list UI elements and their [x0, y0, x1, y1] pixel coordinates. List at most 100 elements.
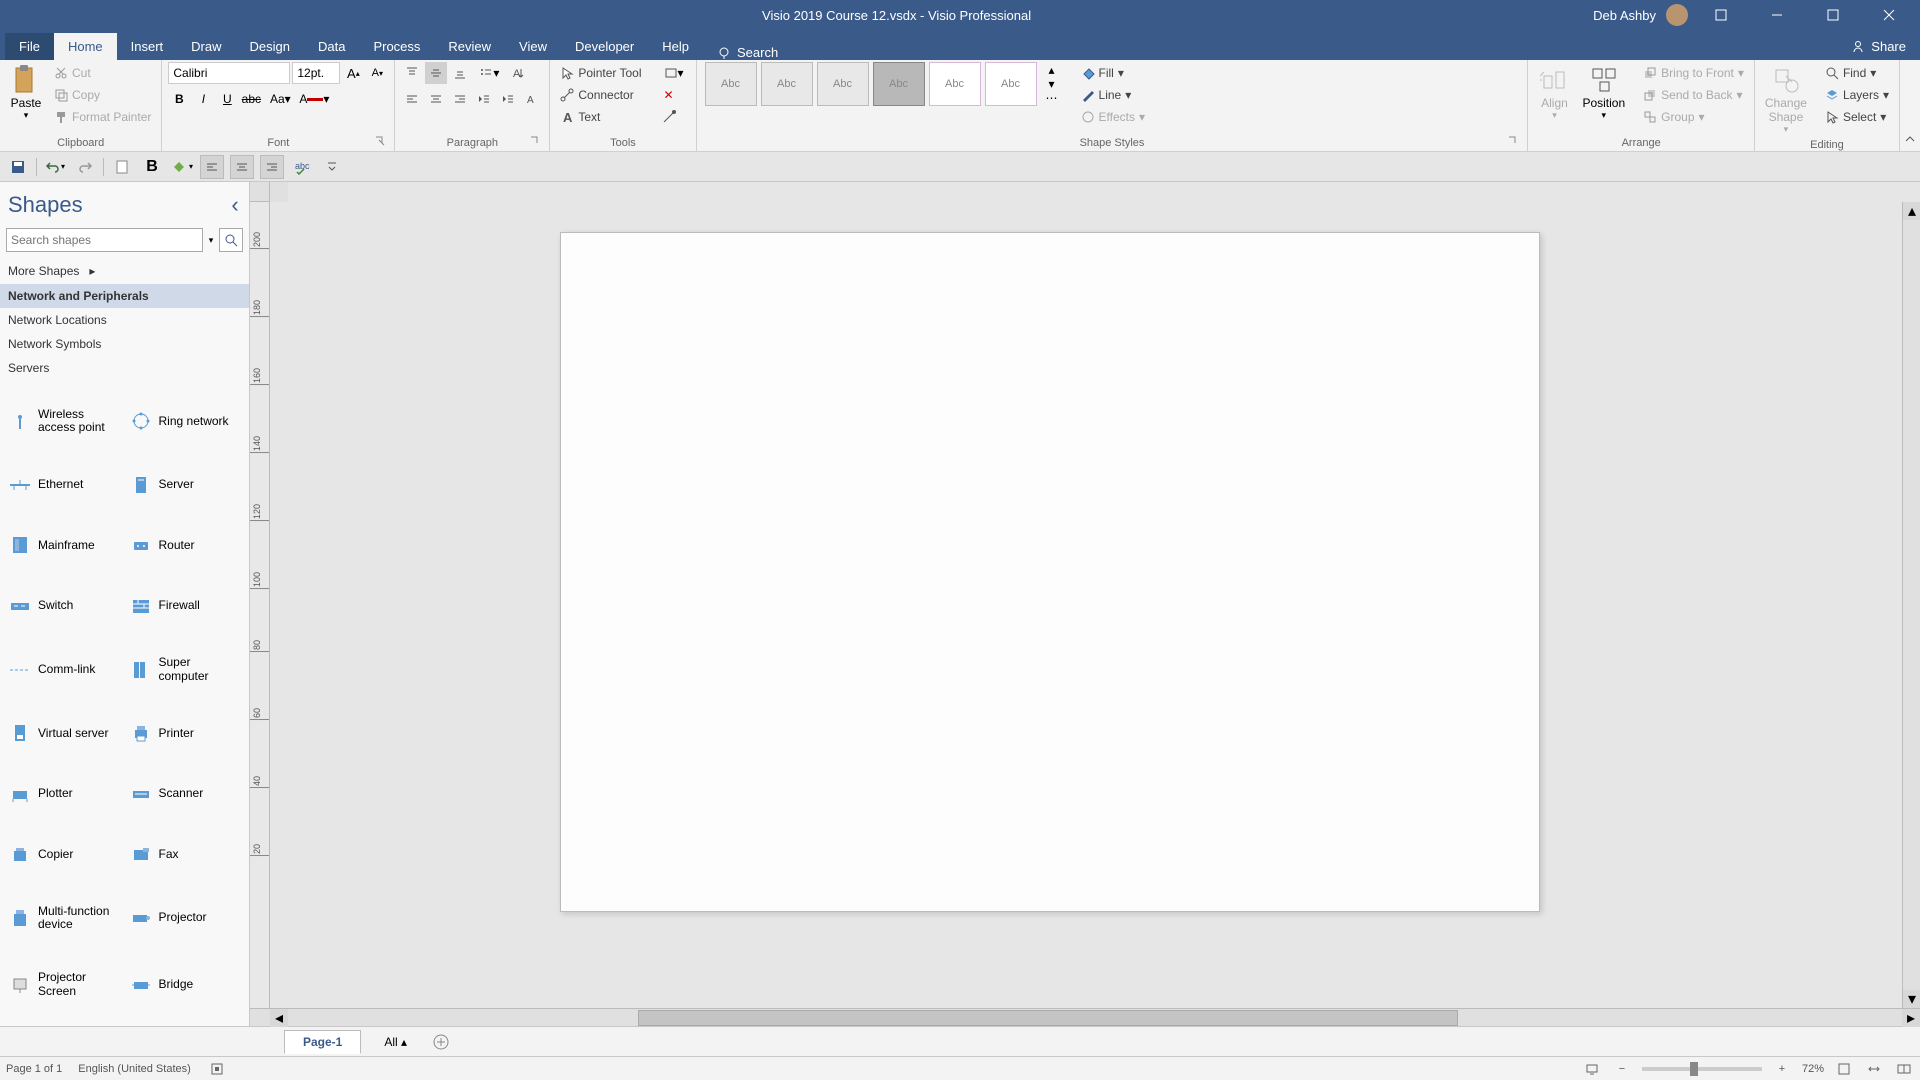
line-button[interactable]: Line ▾: [1077, 84, 1150, 106]
change-shape-button[interactable]: Change Shape▾: [1761, 62, 1811, 137]
zoom-in-button[interactable]: +: [1772, 1059, 1792, 1079]
stencil-network-locations[interactable]: Network Locations: [0, 308, 249, 332]
scroll-up-button[interactable]: ▴: [1903, 202, 1920, 220]
vertical-scrollbar[interactable]: ▴ ▾: [1902, 202, 1920, 1008]
font-color-button[interactable]: A▾: [298, 88, 330, 110]
scroll-right-button[interactable]: ▸: [1902, 1009, 1920, 1027]
tab-process[interactable]: Process: [359, 33, 434, 60]
zoom-level[interactable]: 72%: [1802, 1063, 1824, 1075]
fit-page-button[interactable]: [1834, 1059, 1854, 1079]
decrease-indent-button[interactable]: [473, 88, 495, 110]
style-gallery-up[interactable]: ▴: [1041, 63, 1063, 77]
style-swatch-3[interactable]: Abc: [817, 62, 869, 106]
qat-customize-button[interactable]: [320, 155, 344, 179]
copy-button[interactable]: Copy: [50, 84, 155, 106]
horizontal-scrollbar[interactable]: ◂ ▸: [250, 1008, 1920, 1026]
shapes-search-input[interactable]: [6, 228, 203, 252]
zoom-slider[interactable]: [1642, 1067, 1762, 1071]
format-painter-button[interactable]: Format Painter: [50, 106, 155, 128]
rectangle-tool-button[interactable]: ▾: [658, 62, 690, 84]
close-button[interactable]: [1866, 0, 1912, 30]
shape-item[interactable]: Plotter: [4, 763, 125, 823]
position-button[interactable]: Position▾: [1578, 62, 1629, 123]
shapes-search-button[interactable]: [219, 228, 243, 252]
shape-item[interactable]: Switch: [4, 576, 125, 636]
redo-button[interactable]: [73, 155, 97, 179]
collapse-shapes-pane-button[interactable]: ‹: [229, 195, 241, 215]
share-button[interactable]: Share: [1837, 33, 1920, 60]
macro-recording-button[interactable]: [207, 1059, 227, 1079]
style-gallery-more[interactable]: ⋯: [1041, 91, 1063, 105]
tab-insert[interactable]: Insert: [117, 33, 178, 60]
qat-fillcolor-button[interactable]: ▾: [170, 155, 194, 179]
change-case-button[interactable]: Aa▾: [264, 88, 296, 110]
maximize-button[interactable]: [1810, 0, 1856, 30]
shape-item[interactable]: Router: [125, 515, 246, 575]
shape-item[interactable]: Copier: [4, 824, 125, 884]
scroll-left-button[interactable]: ◂: [270, 1009, 288, 1027]
tab-file[interactable]: File: [5, 33, 54, 60]
stencil-network-peripherals[interactable]: Network and Peripherals: [0, 284, 249, 308]
style-swatch-1[interactable]: Abc: [705, 62, 757, 106]
grow-font-button[interactable]: A▴: [342, 62, 364, 84]
connector-close-button[interactable]: ✕: [658, 84, 680, 106]
paste-button[interactable]: Paste ▾: [6, 62, 46, 123]
ribbon-display-options[interactable]: [1698, 0, 1744, 30]
stencil-servers[interactable]: Servers: [0, 356, 249, 380]
shape-item[interactable]: Projector Screen: [4, 951, 125, 1018]
shape-item[interactable]: Fax: [125, 824, 246, 884]
vertical-ruler[interactable]: 20018016014012010080604020: [250, 202, 270, 1008]
shape-item[interactable]: Multi-function device: [4, 884, 125, 951]
qat-spellcheck-button[interactable]: abc: [290, 155, 314, 179]
select-button[interactable]: Select ▾: [1821, 106, 1893, 128]
user-avatar[interactable]: [1666, 4, 1688, 26]
stencil-network-symbols[interactable]: Network Symbols: [0, 332, 249, 356]
fit-width-button[interactable]: [1864, 1059, 1884, 1079]
style-gallery-down[interactable]: ▾: [1041, 77, 1063, 91]
connector-button[interactable]: Connector: [556, 84, 645, 106]
dialog-launcher-icon[interactable]: [1507, 135, 1521, 149]
connection-point-button[interactable]: [658, 106, 680, 128]
scroll-thumb[interactable]: [638, 1010, 1458, 1026]
shape-item[interactable]: Comm-link: [4, 636, 125, 703]
tab-review[interactable]: Review: [434, 33, 505, 60]
new-button[interactable]: [110, 155, 134, 179]
page-indicator[interactable]: Page 1 of 1: [6, 1063, 62, 1075]
shape-item[interactable]: Bridge: [125, 951, 246, 1018]
find-button[interactable]: Find ▾: [1821, 62, 1893, 84]
tell-me-search[interactable]: Search: [703, 45, 792, 60]
fill-button[interactable]: Fill ▾: [1077, 62, 1150, 84]
qat-align-right-button[interactable]: [260, 155, 284, 179]
shape-item[interactable]: Projector: [125, 884, 246, 951]
send-back-button[interactable]: Send to Back ▾: [1639, 84, 1748, 106]
align-right-button[interactable]: [449, 88, 471, 110]
tab-home[interactable]: Home: [54, 33, 117, 60]
dialog-launcher-icon[interactable]: [374, 135, 388, 149]
shape-item[interactable]: Server: [125, 455, 246, 515]
strikethrough-button[interactable]: abc: [240, 88, 262, 110]
qat-align-left-button[interactable]: [200, 155, 224, 179]
shape-item[interactable]: Ring network: [125, 388, 246, 455]
shrink-font-button[interactable]: A▾: [366, 62, 388, 84]
switch-windows-button[interactable]: [1894, 1059, 1914, 1079]
increase-indent-button[interactable]: [497, 88, 519, 110]
align-left-button[interactable]: [401, 88, 423, 110]
effects-button[interactable]: Effects ▾: [1077, 106, 1150, 128]
style-swatch-6[interactable]: Abc: [985, 62, 1037, 106]
bold-button[interactable]: B: [168, 88, 190, 110]
layers-button[interactable]: Layers ▾: [1821, 84, 1893, 106]
text-direction-button[interactable]: A: [507, 62, 529, 84]
qat-align-center-button[interactable]: [230, 155, 254, 179]
shapes-search-dropdown[interactable]: ▾: [205, 228, 217, 252]
shape-item[interactable]: Wireless access point: [4, 388, 125, 455]
align-bottom-button[interactable]: [449, 62, 471, 84]
shape-item[interactable]: Virtual server: [4, 703, 125, 763]
italic-button[interactable]: I: [192, 88, 214, 110]
pointer-tool-button[interactable]: Pointer Tool: [556, 62, 645, 84]
align-top-button[interactable]: [401, 62, 423, 84]
tab-help[interactable]: Help: [648, 33, 703, 60]
more-shapes-button[interactable]: More Shapes ▸: [0, 258, 249, 284]
scroll-down-button[interactable]: ▾: [1903, 990, 1920, 1008]
tab-data[interactable]: Data: [304, 33, 359, 60]
cut-button[interactable]: Cut: [50, 62, 155, 84]
